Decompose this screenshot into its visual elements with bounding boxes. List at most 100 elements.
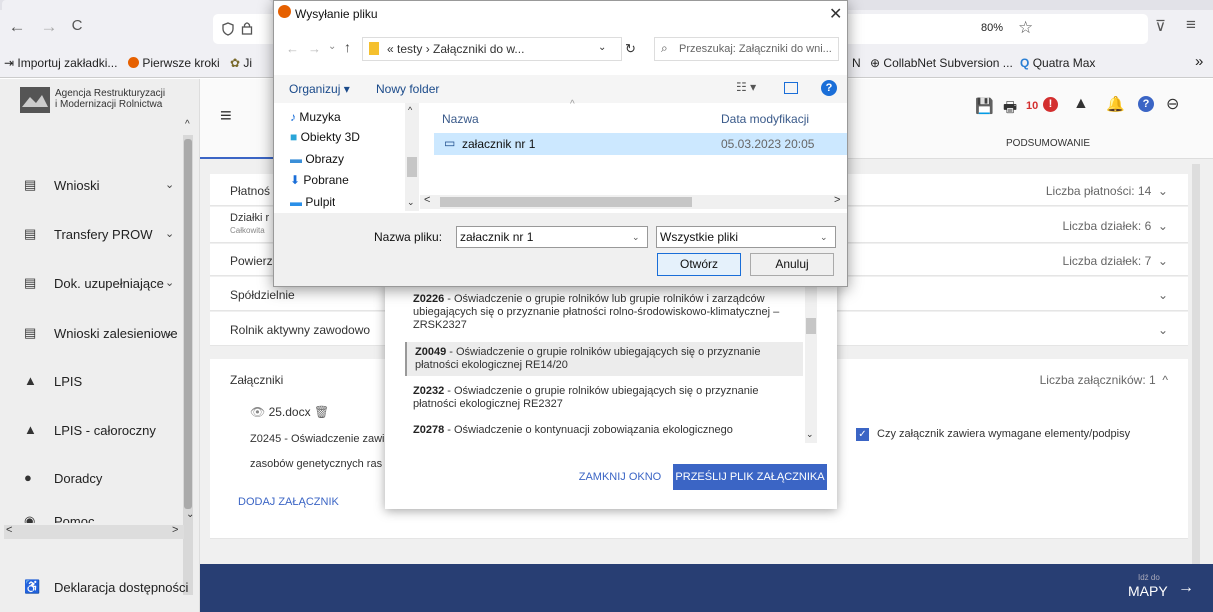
breadcrumb: « testy › Załączniki do w... [387, 42, 525, 56]
bookmark-quatra[interactable]: Q Quatra Max [1020, 56, 1095, 70]
folder-tree: ♪ Muzyka ■ Obiekty 3D ▬ Obrazy ⬇ Pobrane… [274, 103, 419, 211]
chevron-right-icon[interactable]: > [834, 194, 840, 206]
tree-item-obrazy[interactable]: ▬ Obrazy [290, 149, 344, 169]
mountain-icon: ▲ [24, 422, 37, 437]
main-scrollbar[interactable] [1192, 164, 1200, 564]
chevron-right-icon[interactable]: > [172, 524, 178, 536]
add-attachment-button[interactable]: DODAJ ZAŁĄCZNIK [238, 496, 339, 508]
print-icon[interactable]: 🖶 [1003, 97, 1017, 122]
forward-button[interactable]: → [308, 41, 321, 56]
arrow-right-icon[interactable]: → [1178, 579, 1194, 597]
globe-icon: ⊕ [870, 56, 881, 70]
tree-scroll-thumb[interactable] [407, 157, 417, 177]
chevron-down-icon[interactable]: ⌄ [407, 197, 415, 208]
close-icon[interactable]: ✕ [829, 4, 842, 24]
list-scroll-thumb[interactable] [806, 318, 816, 334]
filename-input[interactable]: załacznik nr 1 ⌄ [456, 226, 648, 248]
sidebar-item-transfery[interactable]: ▤ Transfery PROW ⌄ [0, 220, 190, 250]
list-item-selected[interactable]: Z0049 - Oświadczenie o grupie rolników u… [405, 342, 803, 376]
list-item[interactable]: Z0278 - Oświadczenie o kontynuacji zobow… [405, 420, 803, 441]
sidebar-item-wnioski-zalesieniowe[interactable]: ▤ Wnioski zalesieniowe ⌄ [0, 319, 190, 349]
sidebar-item-pomoc[interactable]: ◉ Pomoc [0, 507, 190, 523]
help-icon[interactable]: ? [821, 80, 837, 96]
pocket-icon[interactable]: ⊽ [1155, 17, 1166, 35]
refresh-icon[interactable]: ↻ [625, 41, 636, 57]
close-dialog-button[interactable]: ZAMKNIJ OKNO [575, 464, 665, 490]
sidebar-item-dok-uzupelniajace[interactable]: ▤ Dok. uzupełniające ⌄ [0, 269, 190, 299]
back-button[interactable]: ← [286, 41, 299, 56]
column-header-date[interactable]: Data modyfikacji [721, 112, 809, 126]
sidebar-item-accessibility[interactable]: ♿ Deklaracja dostępności [0, 573, 190, 603]
sidebar-hscroll[interactable]: < > [4, 524, 184, 539]
new-folder-button[interactable]: Nowy folder [376, 82, 439, 96]
address-bar[interactable]: « testy › Załączniki do w... ⌄ [362, 37, 622, 61]
bookmark-n[interactable]: N [852, 56, 861, 70]
preview-pane-icon[interactable] [784, 82, 798, 94]
file-type-select[interactable]: Wszystkie pliki ⌄ [656, 226, 836, 248]
sidebar-item-lpis-caloroczny[interactable]: ▲ LPIS - całoroczny [0, 416, 190, 446]
list-scrollbar[interactable]: ⌄ [805, 283, 817, 443]
tree-item-pobrane[interactable]: ⬇ Pobrane [290, 170, 349, 190]
map-link[interactable]: MAPY [1128, 583, 1168, 599]
bookmark-ji[interactable]: ✿ Ji [230, 56, 252, 70]
bell-icon[interactable]: 🔔 [1106, 95, 1125, 113]
tree-scrollbar[interactable]: ^ ⌄ [405, 103, 419, 211]
tree-item-pulpit[interactable]: ▬ Pulpit [290, 192, 335, 210]
up-button[interactable]: ↑ [344, 39, 351, 55]
tab-podsumowanie[interactable]: PODSUMOWANIE [1006, 138, 1090, 149]
attachment-file[interactable]: 👁 25.docx 🗑 [250, 405, 329, 419]
tree-item-muzyka[interactable]: ♪ Muzyka [290, 107, 341, 127]
reload-button[interactable]: C [66, 17, 88, 34]
chevron-down-icon[interactable]: ⌄ [186, 509, 194, 520]
tree-item-obiekty3d[interactable]: ■ Obiekty 3D [290, 127, 360, 147]
chevron-down-icon[interactable]: ⌄ [598, 42, 606, 53]
attachment-description: Z0245 - Oświadczenie zawi [250, 433, 385, 445]
view-options-icon[interactable]: ☷ ▾ [736, 80, 756, 94]
forward-button[interactable]: → [38, 17, 60, 37]
column-header-name[interactable]: Nazwa [442, 112, 479, 126]
error-count[interactable]: 10 [1026, 100, 1038, 112]
hamburger-menu-icon[interactable]: ≡ [220, 105, 232, 128]
back-button[interactable]: ← [6, 17, 28, 37]
trash-icon[interactable]: 🗑 [314, 405, 329, 419]
list-item[interactable]: Z0226 - Oświadczenie o grupie rolników l… [405, 289, 803, 336]
document-icon: ▤ [24, 226, 37, 241]
chevron-left-icon[interactable]: < [6, 524, 12, 536]
zoom-level[interactable]: 80% [981, 22, 1003, 34]
list-item[interactable]: Z0232 - Oświadczenie o grupie rolników u… [405, 381, 803, 415]
organize-button[interactable]: Organizuj ▾ [289, 82, 350, 96]
sidebar-item-doradcy[interactable]: ● Doradcy [0, 464, 190, 494]
chevron-up-icon[interactable]: ^ [408, 105, 412, 115]
required-elements-checkbox[interactable]: ✓ [856, 428, 869, 441]
menu-icon[interactable]: ≡ [1186, 15, 1196, 35]
file-hscroll[interactable]: < > [420, 194, 847, 209]
bookmark-collabnet[interactable]: ⊕ CollabNet Subversion ... [870, 56, 1013, 70]
window-title: Wysyłanie pliku [295, 7, 378, 21]
account-icon[interactable]: ⊖ [1166, 94, 1179, 114]
panel-title: Spółdzielnie [230, 288, 295, 302]
open-button[interactable]: Otwórz [657, 253, 741, 276]
sidebar-item-wnioski[interactable]: ▤ Wnioski ⌄ [0, 171, 190, 201]
error-icon[interactable]: ! [1043, 97, 1058, 112]
help-icon[interactable]: ? [1138, 96, 1154, 112]
file-hscroll-thumb[interactable] [440, 197, 692, 207]
chevron-up-icon[interactable]: ^ [185, 119, 190, 130]
star-icon[interactable]: ☆ [1018, 18, 1033, 38]
file-row-selected[interactable]: ▭ załacznik nr 1 05.03.2023 20:05 [434, 133, 847, 155]
chevron-down-icon[interactable]: ⌄ [632, 227, 640, 247]
chevron-left-icon[interactable]: < [424, 194, 430, 206]
bookmarks-overflow[interactable]: » [1195, 53, 1203, 70]
sidebar-item-lpis[interactable]: ▲ LPIS [0, 367, 190, 397]
save-icon[interactable]: 💾 [975, 97, 994, 115]
active-tab[interactable] [2, 0, 272, 10]
cancel-button[interactable]: Anuluj [750, 253, 834, 276]
chevron-down-icon[interactable]: ⌄ [820, 227, 828, 247]
upload-file-button[interactable]: PRZEŚLIJ PLIK ZAŁĄCZNIKA [673, 464, 827, 490]
chevron-down-icon[interactable]: ⌄ [806, 428, 814, 441]
warning-icon[interactable]: ▲ [1073, 95, 1089, 113]
search-box[interactable]: ⌕ Przeszukaj: Załączniki do wni... [654, 37, 839, 61]
agency-logo[interactable]: Agencja Restrukturyzacji i Modernizacji … [20, 85, 180, 125]
recent-dropdown[interactable]: ⌄ [328, 41, 336, 52]
bookmark-first-steps[interactable]: Pierwsze kroki [128, 56, 220, 70]
bookmark-import[interactable]: ⇥ Importuj zakładki... [4, 56, 117, 70]
